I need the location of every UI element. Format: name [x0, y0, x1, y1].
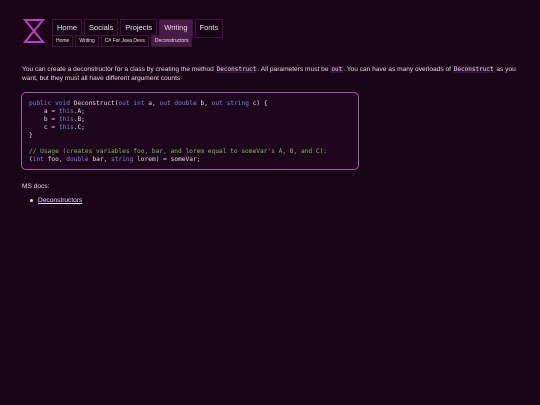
inline-code-deconstruct: Deconstruct: [215, 66, 258, 73]
docs-label: MS docs:: [22, 183, 50, 190]
intro-text: . You can have as many overloads of: [343, 66, 453, 73]
nav-fonts[interactable]: Fonts: [194, 19, 224, 38]
breadcrumb-home[interactable]: Home: [52, 35, 74, 47]
intro-paragraph: You can create a deconstructor for a cla…: [22, 65, 522, 83]
docs-links-list: Deconstructors: [30, 197, 82, 204]
code-block[interactable]: public void Deconstruct(out int a, out d…: [21, 92, 359, 170]
bullet-icon: [30, 199, 33, 202]
breadcrumb-deconstructors[interactable]: Deconstructors: [150, 35, 193, 47]
inline-code-deconstruct: Deconstruct: [452, 66, 495, 73]
intro-text: . All parameters must be: [257, 66, 331, 73]
breadcrumb: Home Writing C# For Java Devs Deconstruc…: [52, 35, 193, 47]
hourglass-logo-icon[interactable]: [22, 18, 46, 44]
breadcrumb-writing[interactable]: Writing: [75, 35, 99, 47]
code-content: public void Deconstruct(out int a, out d…: [29, 100, 328, 163]
list-item: Deconstructors: [30, 197, 82, 204]
docs-link-deconstructors[interactable]: Deconstructors: [38, 197, 82, 204]
breadcrumb-csharp-for-java-devs[interactable]: C# For Java Devs: [100, 35, 149, 47]
intro-text: You can create a deconstructor for a cla…: [22, 66, 216, 73]
inline-code-out: out: [330, 66, 344, 73]
